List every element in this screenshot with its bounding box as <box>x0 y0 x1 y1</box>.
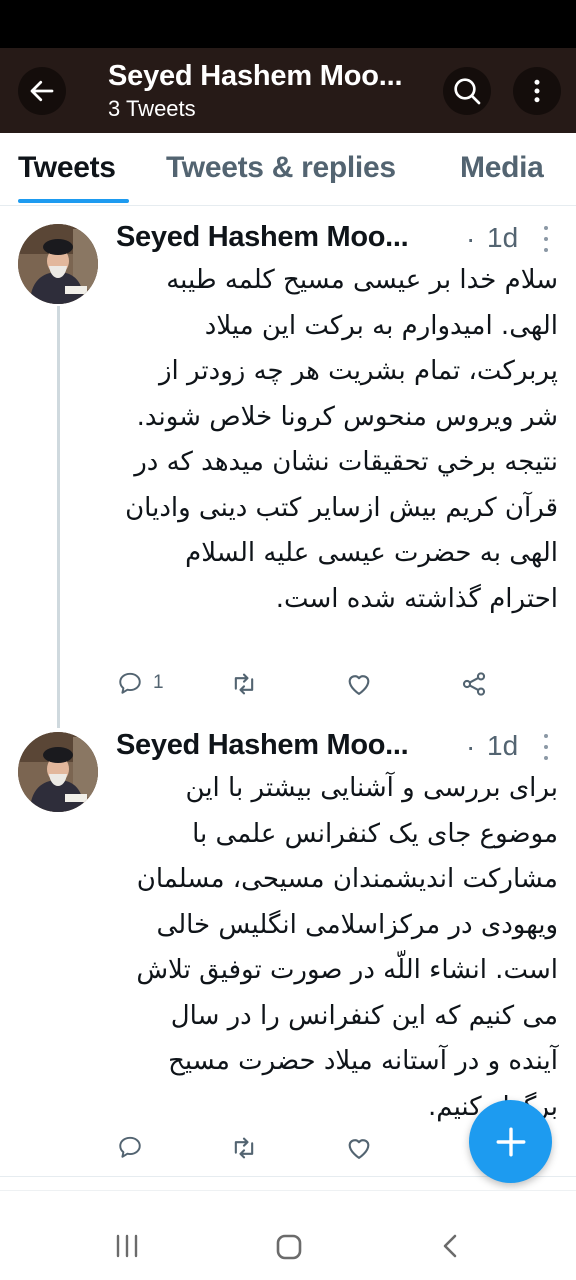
more-vertical-icon <box>534 79 540 103</box>
retweet-button[interactable] <box>230 670 258 698</box>
home-icon <box>276 1234 302 1260</box>
heart-icon <box>348 1139 370 1159</box>
reply-icon <box>119 1136 141 1158</box>
tweet-menu-icon[interactable] <box>538 226 554 252</box>
retweet-button[interactable] <box>230 1134 258 1162</box>
profile-tabs: Tweets Tweets & replies Media <box>0 133 576 206</box>
search-button[interactable] <box>443 67 491 115</box>
share-icon <box>462 672 486 696</box>
profile-name: Seyed Hashem Moo... <box>108 60 403 92</box>
compose-tweet-button[interactable] <box>469 1100 552 1183</box>
tweet-count: 3 Tweets <box>108 96 196 121</box>
tab-tweets-and-replies[interactable]: Tweets & replies <box>166 151 396 185</box>
reply-icon <box>119 672 141 694</box>
recent-apps-button[interactable] <box>114 1233 140 1264</box>
profile-header: Seyed Hashem Moo... 3 Tweets <box>0 48 576 133</box>
retweet-icon <box>234 1137 254 1159</box>
retweet-icon <box>234 673 254 695</box>
like-button[interactable] <box>345 1134 373 1162</box>
avatar[interactable] <box>18 732 98 812</box>
separator-dot: · <box>466 731 476 762</box>
tweet-time: 1d <box>487 222 519 253</box>
reply-button[interactable]: 1 <box>117 670 164 696</box>
tweet-author: Seyed Hashem Moo... <box>116 221 409 253</box>
plus-icon <box>496 1127 525 1156</box>
reply-button[interactable] <box>117 1134 143 1160</box>
tab-media[interactable]: Media <box>460 151 544 185</box>
arrow-left-icon <box>30 80 54 102</box>
tweet-time: 1d <box>487 730 519 761</box>
like-button[interactable] <box>345 670 373 698</box>
recent-apps-icon <box>116 1234 138 1258</box>
back-button[interactable] <box>18 67 66 115</box>
active-tab-indicator <box>18 199 129 203</box>
tab-tweets[interactable]: Tweets <box>18 151 116 185</box>
thread-connector-line <box>57 306 60 728</box>
heart-icon <box>348 675 370 695</box>
avatar[interactable] <box>18 224 98 304</box>
share-button[interactable] <box>460 670 488 698</box>
status-bar <box>0 0 576 48</box>
nav-back-button[interactable] <box>438 1233 464 1264</box>
tweet-text: سلام خدا بر عیسی مسیح کلمه طیبه الهی. ام… <box>125 265 558 614</box>
search-icon <box>454 78 481 105</box>
more-options-button[interactable] <box>513 67 561 115</box>
reply-count: 1 <box>153 672 164 693</box>
tweet-author: Seyed Hashem Moo... <box>116 729 409 761</box>
home-button[interactable] <box>275 1233 303 1266</box>
tweet-menu-icon[interactable] <box>538 734 554 760</box>
tweet-text: برای بررسی و آشنایی بیشتر با این موضوع ج… <box>136 773 558 1122</box>
system-navigation-bar <box>0 1190 576 1280</box>
back-chevron-icon <box>443 1234 457 1258</box>
separator-dot: · <box>466 223 476 254</box>
